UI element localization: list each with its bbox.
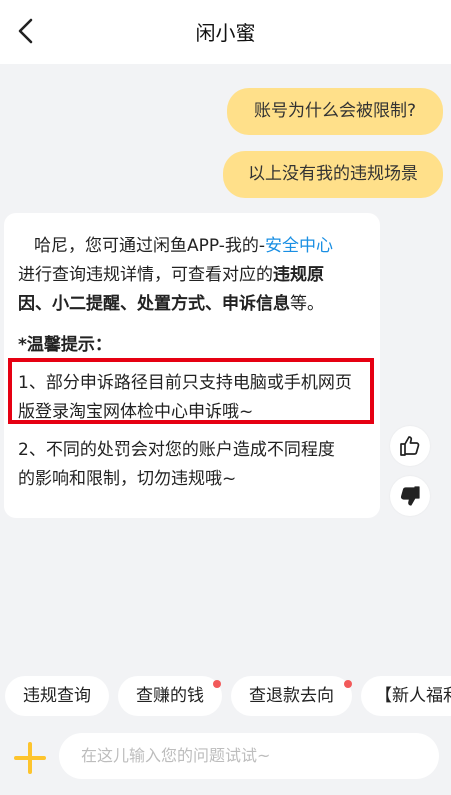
plus-button[interactable] — [13, 741, 47, 775]
line3-bold-text: 因、小二提醒、处置方式、申诉信息 — [18, 294, 290, 314]
chip-refund-status[interactable]: 查退款去向 — [231, 676, 352, 716]
bot-reply-intro: 哈尼，您可通过闲鱼APP-我的-安全中心 — [34, 232, 374, 261]
notification-dot — [213, 680, 221, 688]
thumbs-down-icon — [400, 486, 420, 506]
line2-bold-text: 违规原 — [273, 265, 324, 285]
top-nav-bar: 闲小蜜 — [0, 0, 451, 64]
plus-icon — [14, 742, 46, 774]
bot-reply-card: 哈尼，您可通过闲鱼APP-我的-安全中心 进行查询违规详情，可查看对应的违规原 … — [4, 213, 380, 518]
quick-reply-chips: 违规查询 查赚的钱 查退款去向 【新人福利 — [0, 676, 451, 718]
tip2-line1: 2、不同的处罚会对您的账户造成不同程度 — [18, 440, 335, 460]
security-center-link[interactable]: 安全中心 — [265, 236, 333, 256]
tip2-line2: 的影响和限制，切勿违规哦~ — [18, 469, 237, 489]
tip-title-text: *温馨提示： — [18, 335, 112, 355]
dislike-button[interactable] — [390, 476, 430, 516]
bot-reply-line3: 因、小二提醒、处置方式、申诉信息等。 — [18, 290, 368, 319]
message-input[interactable]: 在这儿输入您的问题试试~ — [59, 733, 439, 779]
tip-title: *温馨提示： — [18, 331, 368, 360]
chip-new-user-benefits[interactable]: 【新人福利 — [361, 676, 451, 716]
notification-dot — [344, 680, 352, 688]
chip-violation-query[interactable]: 违规查询 — [5, 676, 109, 716]
chip-check-earnings[interactable]: 查赚的钱 — [118, 676, 222, 716]
bot-reply-line2: 进行查询违规详情，可查看对应的违规原 — [18, 261, 368, 290]
user-message-bubble: 以上没有我的违规场景 — [223, 151, 443, 198]
line2-text: 进行查询违规详情，可查看对应的 — [18, 265, 273, 285]
user-message-bubble: 账号为什么会被限制? — [227, 88, 443, 135]
like-button[interactable] — [390, 426, 430, 466]
input-bar: 在这儿输入您的问题试试~ — [0, 725, 451, 795]
thumbs-up-icon — [400, 436, 420, 456]
red-highlight-box — [8, 358, 374, 424]
intro-text: 哈尼，您可通过闲鱼APP-我的- — [34, 236, 266, 256]
line3-text: 等。 — [290, 294, 324, 314]
page-title: 闲小蜜 — [195, 21, 256, 45]
